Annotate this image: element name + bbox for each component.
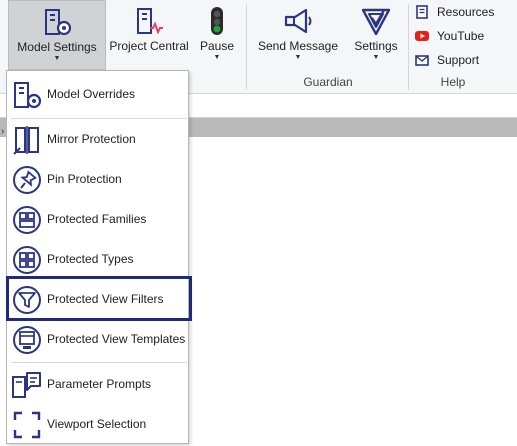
help-item-label: Support	[437, 53, 480, 67]
menu-item-parameter-prompts[interactable]: Parameter Prompts	[7, 365, 188, 403]
chevron-down-icon: ▼	[294, 54, 302, 61]
families-icon	[13, 206, 41, 234]
pin-icon	[13, 166, 41, 194]
model-settings-label: Model Settings	[17, 40, 97, 54]
chevron-down-icon: ▼	[53, 55, 61, 62]
menu-item-label: Protected Families	[47, 212, 147, 226]
menu-separator	[11, 118, 187, 119]
menu-item-label: Mirror Protection	[47, 132, 136, 146]
highlight-box	[6, 276, 192, 321]
send-message-label: Send Message	[257, 39, 339, 53]
book-icon	[416, 5, 428, 19]
help-item-youtube[interactable]: YouTube	[415, 26, 484, 46]
parameter-prompts-icon	[12, 372, 41, 398]
menu-item-pin-protection[interactable]: Pin Protection	[7, 160, 188, 198]
menu-item-label: Parameter Prompts	[47, 377, 152, 391]
menu-item-label: Viewport Selection	[47, 417, 147, 431]
menu-item-protected-view-templates[interactable]: Protected View Templates	[7, 320, 188, 358]
group-label-help: Help	[440, 75, 466, 89]
guardian-shield-icon	[361, 8, 391, 36]
project-central-button[interactable]: Project Central	[108, 0, 190, 70]
menu-separator	[11, 362, 187, 363]
menu-item-label: Protected View Templates	[47, 332, 186, 346]
traffic-light-icon	[211, 7, 223, 35]
model-settings-icon	[45, 9, 72, 36]
chevron-down-icon: ▼	[213, 54, 221, 61]
ribbon-separator	[246, 4, 247, 90]
menu-item-model-overrides[interactable]: Model Overrides	[7, 75, 188, 113]
menu-item-protected-types[interactable]: Protected Types	[7, 240, 188, 278]
collapse-chevron-icon[interactable]: ›	[1, 126, 4, 137]
ribbon-separator	[408, 4, 409, 90]
menu-item-mirror-protection[interactable]: Mirror Protection	[7, 120, 188, 158]
model-overrides-icon	[14, 82, 42, 109]
model-settings-button[interactable]: Model Settings ▼	[8, 0, 106, 70]
settings-button[interactable]: Settings ▼	[350, 0, 402, 70]
youtube-icon	[415, 31, 429, 41]
viewport-icon	[13, 411, 41, 439]
menu-item-viewport-selection[interactable]: Viewport Selection	[7, 405, 188, 443]
types-icon	[13, 246, 41, 274]
send-message-button[interactable]: Send Message ▼	[256, 0, 340, 70]
help-item-support[interactable]: Support	[415, 50, 479, 70]
menu-item-protected-families[interactable]: Protected Families	[7, 200, 188, 238]
pause-button[interactable]: Pause ▼	[196, 0, 238, 70]
settings-label: Settings	[354, 39, 398, 53]
project-central-label: Project Central	[109, 39, 189, 53]
menu-item-label: Model Overrides	[47, 87, 136, 101]
megaphone-icon	[284, 8, 312, 34]
model-settings-dropdown: Model Overrides Mirror Protection Pin Pr…	[6, 70, 189, 444]
mirror-icon	[13, 126, 39, 155]
menu-item-label: Protected Types	[47, 252, 134, 266]
help-item-label: Resources	[437, 5, 495, 19]
view-templates-icon	[13, 326, 41, 354]
help-item-label: YouTube	[437, 29, 485, 43]
help-item-resources[interactable]: Resources	[415, 2, 494, 22]
group-label-guardian: Guardian	[303, 75, 353, 89]
menu-item-label: Pin Protection	[47, 172, 122, 186]
chevron-down-icon: ▼	[372, 54, 380, 61]
pause-label: Pause	[199, 39, 235, 53]
mail-icon	[415, 55, 429, 66]
project-central-icon	[137, 8, 163, 35]
